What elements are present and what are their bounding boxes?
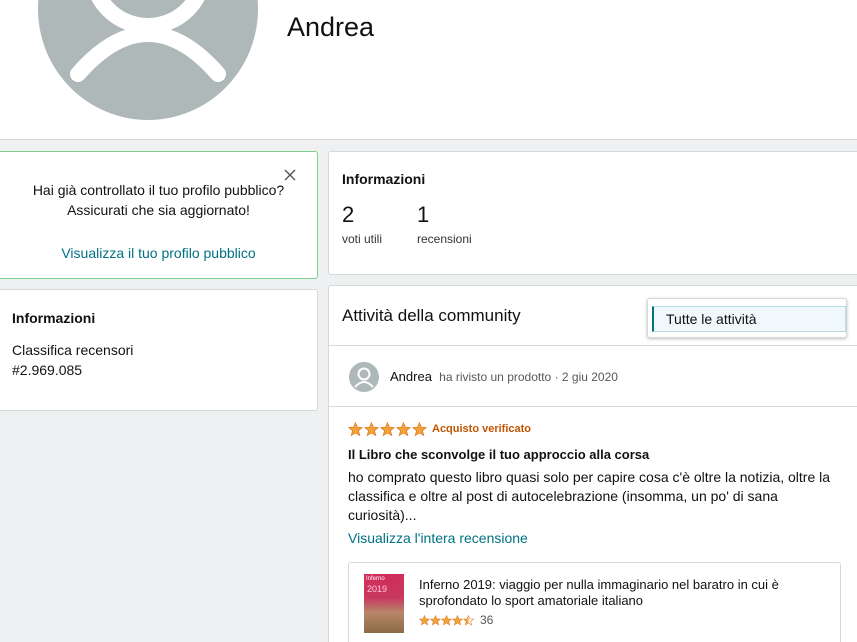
- profile-header: Andrea: [0, 0, 857, 140]
- reviewer-ranking-card: Informazioni Classifica recensori #2.969…: [0, 289, 318, 411]
- product-cover-image[interactable]: Inferno 2019: [364, 574, 404, 633]
- community-title: Attività della community: [342, 306, 521, 325]
- star-icon: [396, 422, 411, 437]
- review-title: Il Libro che sconvolge il tuo approccio …: [348, 447, 650, 462]
- activity-action: ha rivisto un prodotto: [439, 370, 552, 384]
- profile-avatar: [38, 0, 258, 120]
- view-public-profile-link[interactable]: Visualizza il tuo profilo pubblico: [0, 245, 317, 261]
- community-activity-card: Attività della community Tutte le attivi…: [328, 285, 857, 642]
- reviewer-rank-label: Classifica recensori: [12, 342, 134, 358]
- star-icon: [441, 614, 452, 626]
- activity-user[interactable]: Andrea: [390, 369, 432, 384]
- profile-name: Andrea: [287, 12, 375, 42]
- public-profile-nudge: Hai già controllato il tuo profilo pubbl…: [0, 151, 318, 279]
- review-star-rating: [348, 422, 427, 437]
- cover-title-text: Inferno: [366, 576, 385, 582]
- star-half-icon: [463, 614, 474, 626]
- card-title: Informazioni: [12, 310, 96, 326]
- star-icon: [348, 422, 363, 437]
- verified-purchase-badge: Acquisto verificato: [432, 423, 532, 435]
- card-title: Informazioni: [342, 171, 426, 187]
- reviews-stat: 1 recensioni: [417, 202, 472, 246]
- activity-date: 2 giu 2020: [561, 370, 618, 384]
- product-rating[interactable]: 36: [419, 613, 493, 627]
- cover-year-text: 2019: [367, 584, 388, 594]
- activity-header: Andrea ha rivisto un prodotto · 2 giu 20…: [390, 369, 618, 384]
- activity-filter-dropdown[interactable]: Tutte le attività: [647, 298, 847, 338]
- filter-option-all[interactable]: Tutte le attività: [652, 306, 846, 332]
- view-full-review-link[interactable]: Visualizza l'intera recensione: [348, 530, 528, 546]
- star-icon: [412, 422, 427, 437]
- star-icon: [364, 422, 379, 437]
- user-silhouette-icon: [70, 0, 226, 82]
- stat-value: 1: [417, 202, 430, 227]
- stats-card: Informazioni 2 voti utili 1 recensioni: [328, 151, 857, 275]
- avatar[interactable]: [349, 362, 379, 392]
- user-silhouette-icon: [354, 367, 374, 388]
- star-icon: [380, 422, 395, 437]
- product-title[interactable]: Inferno 2019: viaggio per nulla immagina…: [419, 577, 829, 609]
- stat-label: voti utili: [342, 232, 383, 246]
- nudge-message: Hai già controllato il tuo profilo pubbl…: [32, 182, 285, 218]
- divider: [329, 345, 857, 346]
- star-icon: [419, 614, 430, 626]
- review-body: ho comprato questo libro quasi solo per …: [348, 469, 831, 523]
- divider: [329, 406, 857, 407]
- star-icon: [452, 614, 463, 626]
- helpful-votes-stat: 2 voti utili: [342, 202, 382, 246]
- rating-count[interactable]: 36: [480, 613, 493, 627]
- stat-value: 2: [342, 202, 355, 227]
- product-card[interactable]: Inferno 2019 Inferno 2019: viaggio per n…: [348, 562, 841, 642]
- reviewer-rank-value: #2.969.085: [12, 362, 83, 378]
- stat-label: recensioni: [417, 232, 472, 246]
- star-icon: [430, 614, 441, 626]
